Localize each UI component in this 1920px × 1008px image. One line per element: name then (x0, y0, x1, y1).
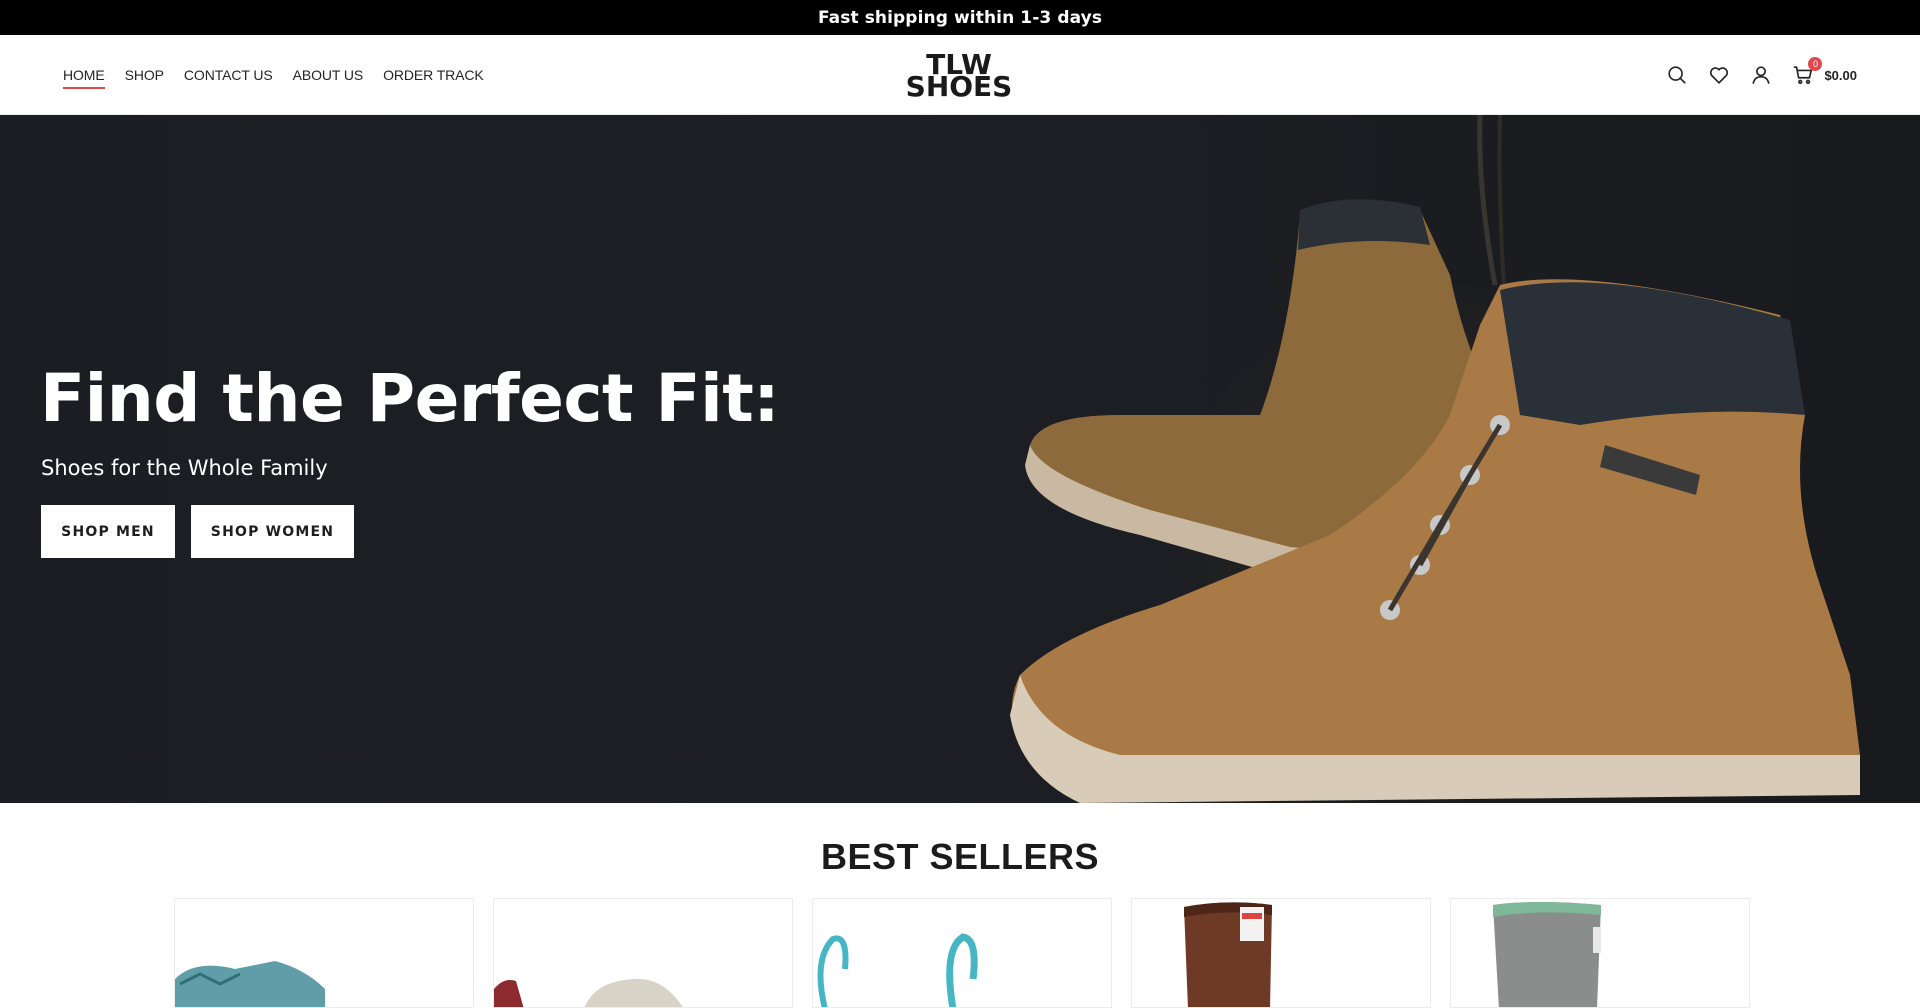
product-image (1184, 902, 1272, 1007)
nav-contact-us[interactable]: CONTACT US (184, 61, 273, 89)
hero-banner: Find the Perfect Fit: Shoes for the Whol… (0, 115, 1920, 803)
main-nav: HOME SHOP CONTACT US ABOUT US ORDER TRAC… (63, 35, 484, 115)
cart-total: $0.00 (1824, 67, 1857, 83)
site-logo[interactable]: TLW SHOES (905, 51, 1013, 103)
shop-women-button[interactable]: SHOP WOMEN (191, 505, 354, 558)
nav-shop[interactable]: SHOP (125, 61, 164, 89)
nav-order-track[interactable]: ORDER TRACK (383, 61, 484, 89)
product-image (1493, 902, 1601, 1007)
nav-about-us[interactable]: ABOUT US (293, 61, 364, 89)
shop-men-button[interactable]: SHOP MEN (41, 505, 175, 558)
product-image (817, 933, 978, 1007)
hero-title: Find the Perfect Fit: (40, 360, 780, 437)
nav-home[interactable]: HOME (63, 61, 105, 89)
best-sellers-heading: BEST SELLERS (820, 836, 1100, 877)
hero-subtitle: Shoes for the Whole Family (41, 456, 328, 480)
cart-count-badge: 0 (1808, 57, 1823, 71)
product-image (175, 961, 325, 1007)
cart-icon[interactable]: 0 (1792, 57, 1823, 86)
product-card[interactable] (1131, 898, 1431, 1008)
cart[interactable]: 0 $0.00 (1792, 57, 1857, 86)
site-header: HOME SHOP CONTACT US ABOUT US ORDER TRAC… (0, 35, 1920, 115)
product-image (494, 978, 683, 1007)
logo-line-2: SHOES (905, 70, 1013, 103)
search-icon[interactable] (1666, 64, 1688, 86)
product-card[interactable] (812, 898, 1112, 1008)
best-sellers-grid (174, 898, 1750, 1008)
user-icon[interactable] (1750, 64, 1772, 86)
product-card[interactable] (493, 898, 793, 1008)
product-card[interactable] (174, 898, 474, 1008)
promo-text: Fast shipping within 1-3 days (817, 7, 1103, 28)
product-card[interactable] (1450, 898, 1750, 1008)
promo-bar: Fast shipping within 1-3 days (0, 0, 1920, 35)
heart-icon[interactable] (1708, 64, 1730, 86)
header-actions: 0 $0.00 (1666, 35, 1857, 115)
